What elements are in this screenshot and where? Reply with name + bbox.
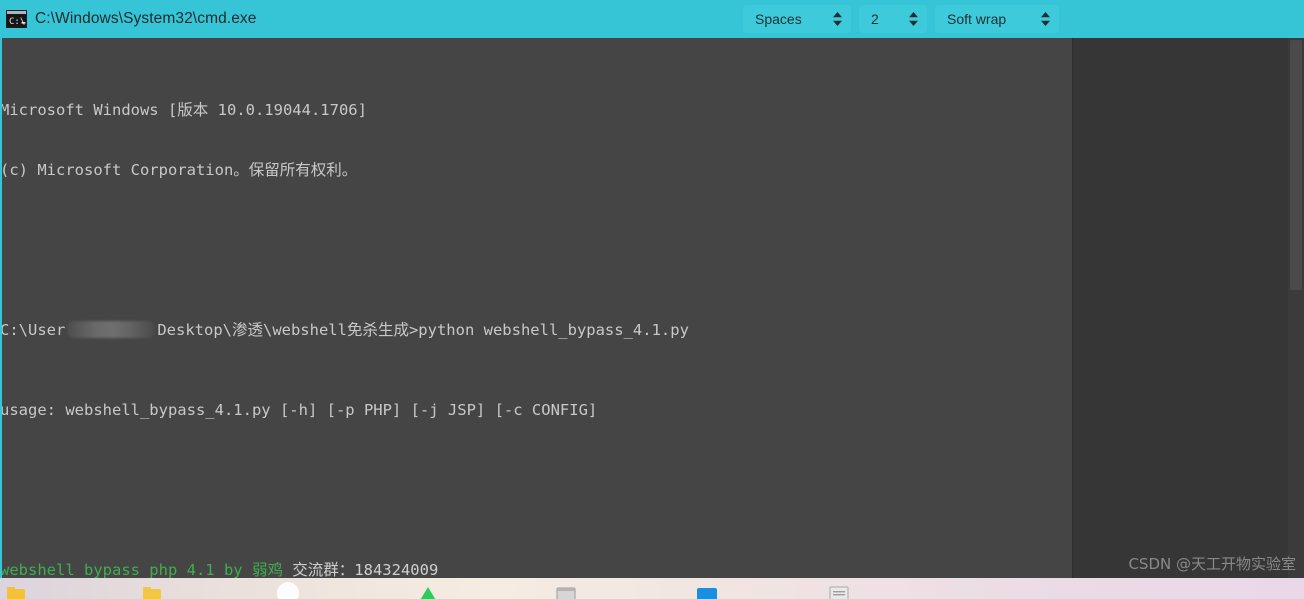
taskbar-circle-app-icon[interactable] xyxy=(276,581,300,599)
taskbar-icon-strip xyxy=(0,578,1304,599)
indent-size-label: 2 xyxy=(871,11,879,27)
terminal-prompt-line: C:\User Desktop\渗透\webshell免杀生成>python we… xyxy=(0,320,1073,340)
prompt-command-text: Desktop\渗透\webshell免杀生成>python webshell_… xyxy=(157,321,689,339)
windows-taskbar[interactable] xyxy=(0,578,1304,599)
os-version-text: Microsoft Windows [版本 10.0.19044.1706] xyxy=(0,101,367,119)
copyright-text: (c) Microsoft Corporation。保留所有权利。 xyxy=(0,161,358,179)
wrap-mode-select[interactable]: Soft wrap xyxy=(935,5,1059,33)
banner-title-text: webshell_bypass_php_4.1 by 弱鸡 xyxy=(0,561,283,578)
taskbar-window-icon[interactable] xyxy=(556,585,576,599)
terminal-banner-line: webshell_bypass_php_4.1 by 弱鸡 交流群：184324… xyxy=(0,560,1073,578)
app-root: C:\ C:\Windows\System32\cmd.exe Spaces 2 xyxy=(0,0,1304,599)
banner-group-text: 交流群：184324009 xyxy=(282,561,439,578)
titlebar-controls: Spaces 2 Soft wrap xyxy=(743,5,1059,33)
terminal-line: Microsoft Windows [版本 10.0.19044.1706] xyxy=(0,100,1073,120)
chevron-updown-icon xyxy=(833,12,842,26)
taskbar-folder-icon[interactable] xyxy=(142,585,162,599)
terminal-line: (c) Microsoft Corporation。保留所有权利。 xyxy=(0,160,1073,180)
indent-type-select[interactable]: Spaces xyxy=(743,5,851,33)
vertical-scrollbar[interactable] xyxy=(1288,38,1304,578)
chevron-updown-icon xyxy=(909,12,918,26)
csdn-watermark: CSDN @天工开物实验室 xyxy=(1128,555,1296,573)
prompt-path-prefix: C:\User xyxy=(0,321,66,339)
window-title: C:\Windows\System32\cmd.exe xyxy=(35,10,257,27)
taskbar-folder-icon[interactable] xyxy=(6,585,26,599)
taskbar-green-app-icon[interactable] xyxy=(418,585,438,599)
cmd-console-icon: C:\ xyxy=(6,10,27,28)
terminal-left-accent xyxy=(0,38,2,578)
terminal-line: usage: webshell_bypass_4.1.py [-h] [-p P… xyxy=(0,400,1073,420)
taskbar-document-icon[interactable] xyxy=(828,585,850,599)
usage-text: usage: webshell_bypass_4.1.py [-h] [-p P… xyxy=(0,401,598,419)
chevron-updown-icon xyxy=(1041,12,1050,26)
right-pane: CSDN @天工开物实验室 xyxy=(1073,38,1304,578)
panel-divider xyxy=(1072,38,1073,578)
taskbar-blue-app-icon[interactable] xyxy=(696,585,718,599)
window-titlebar[interactable]: C:\ C:\Windows\System32\cmd.exe Spaces 2 xyxy=(0,0,1073,38)
scrollbar-thumb[interactable] xyxy=(1290,40,1302,290)
terminal-output: Microsoft Windows [版本 10.0.19044.1706] (… xyxy=(0,40,1073,578)
indent-type-label: Spaces xyxy=(755,11,802,27)
terminal-panel[interactable]: Microsoft Windows [版本 10.0.19044.1706] (… xyxy=(0,38,1073,578)
titlebar-filler xyxy=(1073,0,1304,38)
indent-size-select[interactable]: 2 xyxy=(859,5,927,33)
wrap-mode-label: Soft wrap xyxy=(947,11,1007,27)
redacted-username-block xyxy=(67,321,156,338)
